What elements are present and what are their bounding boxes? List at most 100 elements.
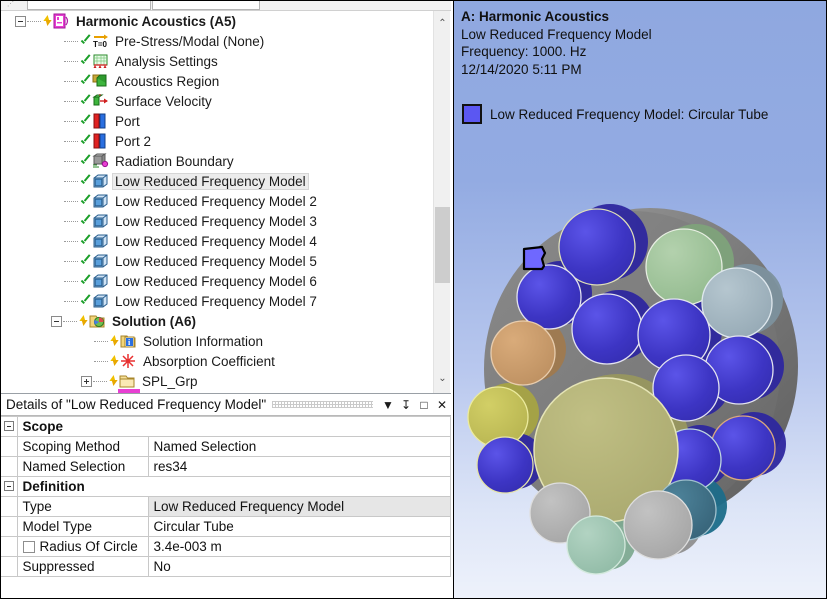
- tree-item[interactable]: Analysis Settings: [1, 51, 433, 71]
- tree-item[interactable]: Port 2: [1, 131, 433, 151]
- lightning-bolt-icon: [42, 14, 53, 28]
- pin-icon[interactable]: ↧: [397, 396, 415, 414]
- titlebar-grip: [272, 401, 373, 408]
- checkmark-icon: [79, 34, 92, 48]
- property-group-row: Definition: [1, 477, 451, 497]
- tree-item-label: Surface Velocity: [113, 94, 214, 109]
- checkmark-icon: [79, 254, 92, 268]
- tree-item-label: Low Reduced Frequency Model 4: [113, 234, 319, 249]
- tree-connector: [64, 301, 78, 302]
- tree-connector: [64, 161, 78, 162]
- tree-connector: [64, 221, 78, 222]
- tree-item[interactable]: Low Reduced Frequency Model 6: [1, 271, 433, 291]
- tree-item-label: Absorption Coefficient: [141, 354, 277, 369]
- acoustics-region-icon: [92, 73, 109, 89]
- tree-item[interactable]: Low Reduced Frequency Model 3: [1, 211, 433, 231]
- tree-item[interactable]: Harmonic Acoustics (A5): [1, 11, 433, 31]
- tree-item-label: Pre-Stress/Modal (None): [113, 34, 266, 49]
- property-value[interactable]: Low Reduced Frequency Model: [148, 497, 451, 517]
- checkmark-icon: [79, 174, 92, 188]
- selected-face-highlight[interactable]: [524, 247, 545, 269]
- checkmark-icon: [79, 194, 92, 208]
- tree-item[interactable]: Low Reduced Frequency Model 7: [1, 291, 433, 311]
- property-row[interactable]: Radius Of Circle3.4e-003 m: [1, 537, 451, 557]
- outline-tree-panel: Harmonic Acoustics (A5) T=0 Pre-Stress/Mod…: [1, 11, 451, 393]
- tree-item[interactable]: Port: [1, 111, 433, 131]
- dropdown-icon[interactable]: ▼: [379, 396, 397, 414]
- tree-item[interactable]: Acoustics Region: [1, 71, 433, 91]
- tree-item[interactable]: T=0 Pre-Stress/Modal (None): [1, 31, 433, 51]
- property-row[interactable]: TypeLow Reduced Frequency Model: [1, 497, 451, 517]
- tree-item[interactable]: Absorption Coefficient: [1, 351, 433, 371]
- tree-connector: [64, 61, 78, 62]
- collapse-icon[interactable]: [51, 316, 62, 327]
- row-gutter: [1, 497, 17, 517]
- property-row[interactable]: Named Selectionres34: [1, 457, 451, 477]
- tree-item[interactable]: Low Reduced Frequency Model 4: [1, 231, 433, 251]
- tree-item[interactable]: Low Reduced Frequency Model 2: [1, 191, 433, 211]
- geometry-3d-model[interactable]: [454, 1, 827, 599]
- property-value[interactable]: res34: [148, 457, 451, 477]
- lightning-bolt-icon: [109, 354, 120, 368]
- tree-item-label: Solution (A6): [110, 314, 198, 329]
- graphics-viewport[interactable]: A: Harmonic Acoustics Low Reduced Freque…: [453, 1, 827, 599]
- toolbar-combo-2[interactable]: [152, 0, 260, 10]
- checkmark-icon: [79, 274, 92, 288]
- property-value[interactable]: No: [148, 557, 451, 577]
- toolbar-combo-1[interactable]: [27, 0, 151, 10]
- property-value[interactable]: Circular Tube: [148, 517, 451, 537]
- property-value[interactable]: Named Selection: [148, 437, 451, 457]
- details-titlebar: Details of "Low Reduced Frequency Model"…: [1, 394, 451, 416]
- details-property-table: ScopeScoping MethodNamed SelectionNamed …: [1, 416, 451, 577]
- property-row[interactable]: SuppressedNo: [1, 557, 451, 577]
- tree-item-label: Radiation Boundary: [113, 154, 236, 169]
- absorption-coefficient-icon: [120, 353, 137, 369]
- tree-item[interactable]: Solution (A6): [1, 311, 433, 331]
- tree-item-label: Low Reduced Frequency Model 6: [113, 274, 319, 289]
- tree-item-label: Low Reduced Frequency Model 7: [113, 294, 319, 309]
- port-icon: [92, 113, 109, 129]
- row-gutter: [1, 557, 17, 577]
- tree-item[interactable]: Radiation Boundary: [1, 151, 433, 171]
- group-expander-cell[interactable]: [1, 477, 17, 497]
- property-row[interactable]: Model TypeCircular Tube: [1, 517, 451, 537]
- surface-velocity-icon: [92, 93, 109, 109]
- expand-icon[interactable]: [81, 376, 92, 387]
- svg-text:T=0: T=0: [93, 40, 108, 49]
- tree-item[interactable]: Low Reduced Frequency Model: [1, 171, 433, 191]
- mechanical-window: ⋰ Harmonic Acoustics (A5)T=0Pre-Stress/M…: [0, 0, 827, 599]
- property-key: Scoping Method: [17, 437, 148, 457]
- collapse-icon[interactable]: [15, 16, 26, 27]
- outline-tree[interactable]: Harmonic Acoustics (A5) T=0 Pre-Stress/Mod…: [1, 11, 433, 393]
- close-icon[interactable]: ✕: [433, 396, 451, 414]
- tree-connector: [27, 21, 41, 22]
- scrollbar-thumb[interactable]: [435, 207, 450, 283]
- property-value[interactable]: 3.4e-003 m: [148, 537, 451, 557]
- lightning-bolt-icon: [109, 334, 120, 348]
- lightning-bolt-icon: [78, 314, 89, 328]
- solution-information-icon: i: [120, 333, 137, 349]
- tree-item[interactable]: SPL_Grp: [1, 371, 433, 391]
- group-collapse-icon[interactable]: [4, 421, 14, 431]
- maximize-icon[interactable]: □: [415, 396, 433, 414]
- lrf-model-icon: [92, 273, 109, 289]
- tree-item-label: SPL_Grp: [140, 374, 200, 389]
- tree-connector: [94, 341, 108, 342]
- group-expander-cell[interactable]: [1, 417, 17, 437]
- property-checkbox[interactable]: [23, 541, 35, 553]
- tree-vertical-scrollbar[interactable]: ⌃ ⌄: [433, 11, 450, 393]
- tree-connector: [64, 181, 78, 182]
- property-row[interactable]: Scoping MethodNamed Selection: [1, 437, 451, 457]
- tree-item[interactable]: Surface Velocity: [1, 91, 433, 111]
- tree-item[interactable]: Low Reduced Frequency Model 5: [1, 251, 433, 271]
- row-gutter: [1, 437, 17, 457]
- scroll-down-icon[interactable]: ⌄: [434, 370, 451, 387]
- viewport-frequency: Frequency: 1000. Hz: [461, 43, 652, 61]
- left-pane: ⋰ Harmonic Acoustics (A5)T=0Pre-Stress/M…: [1, 1, 451, 599]
- group-collapse-icon[interactable]: [4, 481, 14, 491]
- tree-item-label: Port 2: [113, 134, 153, 149]
- tree-item[interactable]: iSolution Information: [1, 331, 433, 351]
- property-key: Radius Of Circle: [17, 537, 148, 557]
- row-gutter: [1, 517, 17, 537]
- scroll-up-icon[interactable]: ⌃: [434, 15, 451, 32]
